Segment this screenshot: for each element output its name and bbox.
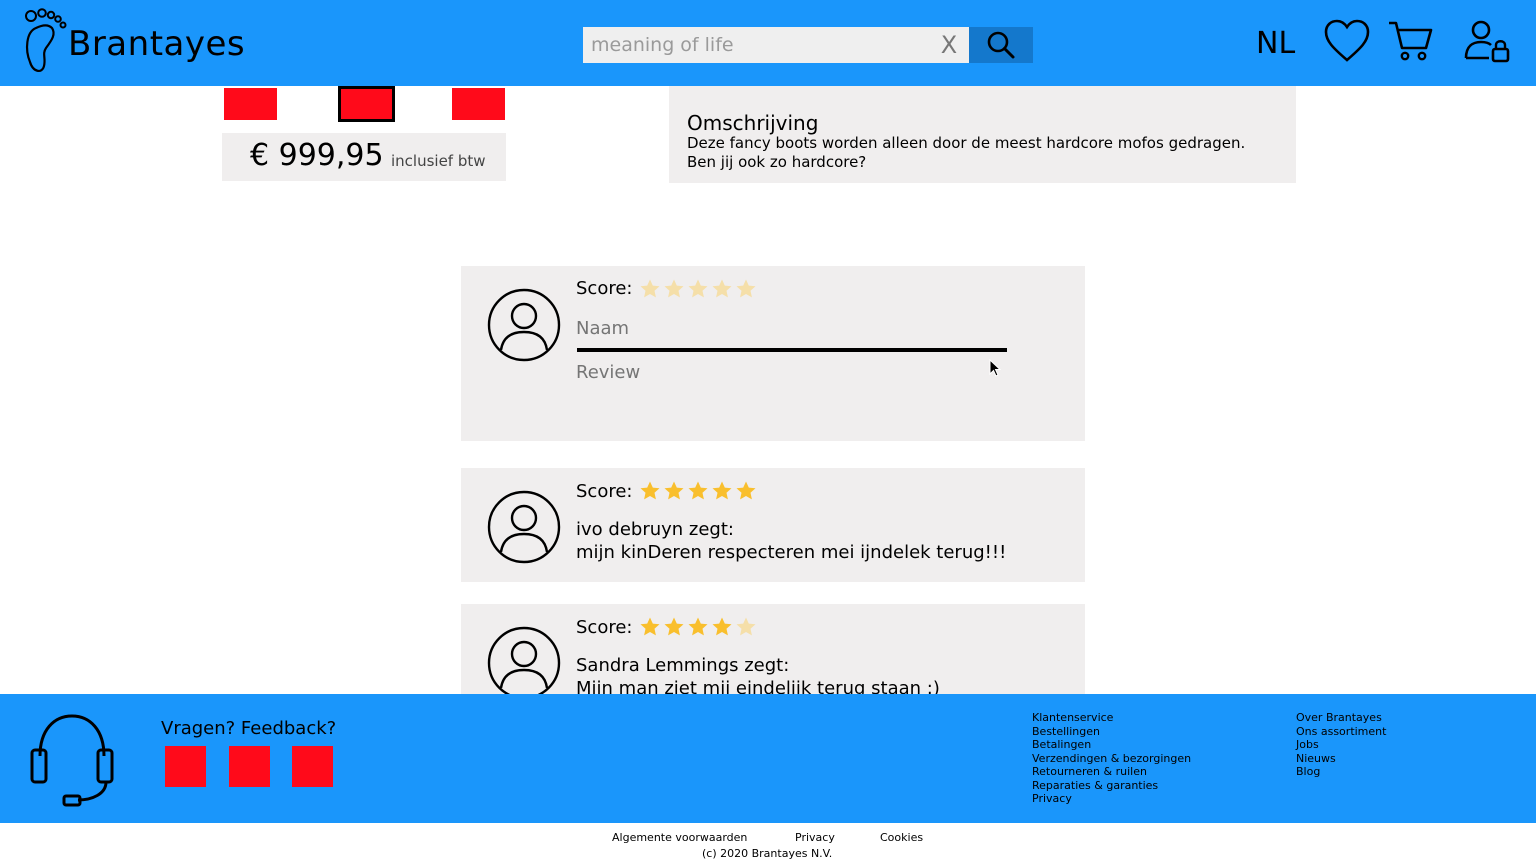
color-swatch[interactable] <box>224 88 277 120</box>
score-label: Score: <box>576 481 633 502</box>
color-swatch-selected[interactable] <box>338 86 395 122</box>
star-rating-input[interactable] <box>639 278 757 299</box>
star-filled-icon <box>639 480 661 501</box>
review-author: ivo debruyn zegt: <box>576 519 734 540</box>
footer-links-service: Klantenservice Bestellingen Betalingen V… <box>1032 711 1191 806</box>
search-input[interactable] <box>591 27 921 63</box>
social-link[interactable] <box>229 746 270 787</box>
star-filled-icon <box>687 480 709 501</box>
price: € 999,95 <box>250 138 384 173</box>
cart-icon[interactable] <box>1386 18 1434 64</box>
mouse-cursor-icon <box>989 358 1003 383</box>
star-empty-icon[interactable] <box>639 278 661 299</box>
star-filled-icon <box>663 480 685 501</box>
brand-name[interactable]: Brantayes <box>68 24 245 64</box>
star-empty-icon[interactable] <box>687 278 709 299</box>
price-note: inclusief btw <box>391 152 486 170</box>
star-filled-icon <box>663 616 685 637</box>
user-lock-icon[interactable] <box>1463 18 1513 64</box>
score-label: Score: <box>576 278 633 299</box>
score-label: Score: <box>576 617 633 638</box>
headset-icon[interactable] <box>28 712 116 814</box>
star-empty-icon <box>735 616 757 637</box>
privacy-link[interactable]: Privacy <box>795 831 835 845</box>
star-rating <box>639 616 757 637</box>
copyright: (c) 2020 Brantayes N.V. <box>702 847 833 860</box>
footer-link[interactable]: Blog <box>1296 765 1386 779</box>
star-filled-icon <box>735 480 757 501</box>
search-button[interactable] <box>969 27 1033 63</box>
star-filled-icon <box>687 616 709 637</box>
review-body: Mijn man ziet mij eindelijk terug staan … <box>576 678 940 694</box>
cookies-link[interactable]: Cookies <box>880 831 923 845</box>
language-switch[interactable]: NL <box>1256 26 1295 62</box>
review-body: mijn kinDeren respecteren mei ijndelek t… <box>576 542 1007 563</box>
name-input[interactable] <box>576 314 996 342</box>
footer-link[interactable]: Betalingen <box>1032 738 1191 752</box>
star-filled-icon <box>711 616 733 637</box>
name-underline <box>577 348 1007 352</box>
description-title: Omschrijving <box>687 111 819 135</box>
star-rating <box>639 480 757 501</box>
star-filled-icon <box>711 480 733 501</box>
star-empty-icon[interactable] <box>735 278 757 299</box>
footer-link[interactable]: Klantenservice <box>1032 711 1191 725</box>
search-box <box>583 27 969 63</box>
footer-links-company: Over Brantayes Ons assortiment Jobs Nieu… <box>1296 711 1386 779</box>
social-link[interactable] <box>292 746 333 787</box>
clear-search-button[interactable]: X <box>937 31 961 59</box>
footer-link[interactable]: Privacy <box>1032 792 1191 806</box>
description-text: Deze fancy boots worden alleen door de m… <box>687 134 1246 171</box>
avatar-icon <box>487 490 561 568</box>
avatar-icon <box>487 288 561 366</box>
avatar-icon <box>487 626 561 694</box>
footer-link[interactable]: Verzendingen & bezorgingen <box>1032 752 1191 766</box>
footer-link[interactable]: Ons assortiment <box>1296 725 1386 739</box>
footer-link[interactable]: Bestellingen <box>1032 725 1191 739</box>
heart-icon[interactable] <box>1323 18 1371 64</box>
star-empty-icon[interactable] <box>663 278 685 299</box>
color-swatch[interactable] <box>452 88 505 120</box>
name-field[interactable] <box>576 314 1007 354</box>
footer-link[interactable]: Nieuws <box>1296 752 1386 766</box>
footer-link[interactable]: Retourneren & ruilen <box>1032 765 1191 779</box>
footer-link[interactable]: Reparaties & garanties <box>1032 779 1191 793</box>
footer-link[interactable]: Jobs <box>1296 738 1386 752</box>
search-icon <box>985 29 1017 65</box>
review-input[interactable] <box>576 361 1006 427</box>
terms-link[interactable]: Algemente voorwaarden <box>612 831 747 845</box>
feedback-heading: Vragen? Feedback? <box>161 718 337 739</box>
foot-icon[interactable] <box>22 6 68 74</box>
review-author: Sandra Lemmings zegt: <box>576 655 790 676</box>
star-empty-icon[interactable] <box>711 278 733 299</box>
review-card: Score: Sandra Lemmings zegt: Mijn man zi… <box>461 604 1085 694</box>
social-link[interactable] <box>165 746 206 787</box>
star-filled-icon <box>639 616 661 637</box>
footer-link[interactable]: Over Brantayes <box>1296 711 1386 725</box>
